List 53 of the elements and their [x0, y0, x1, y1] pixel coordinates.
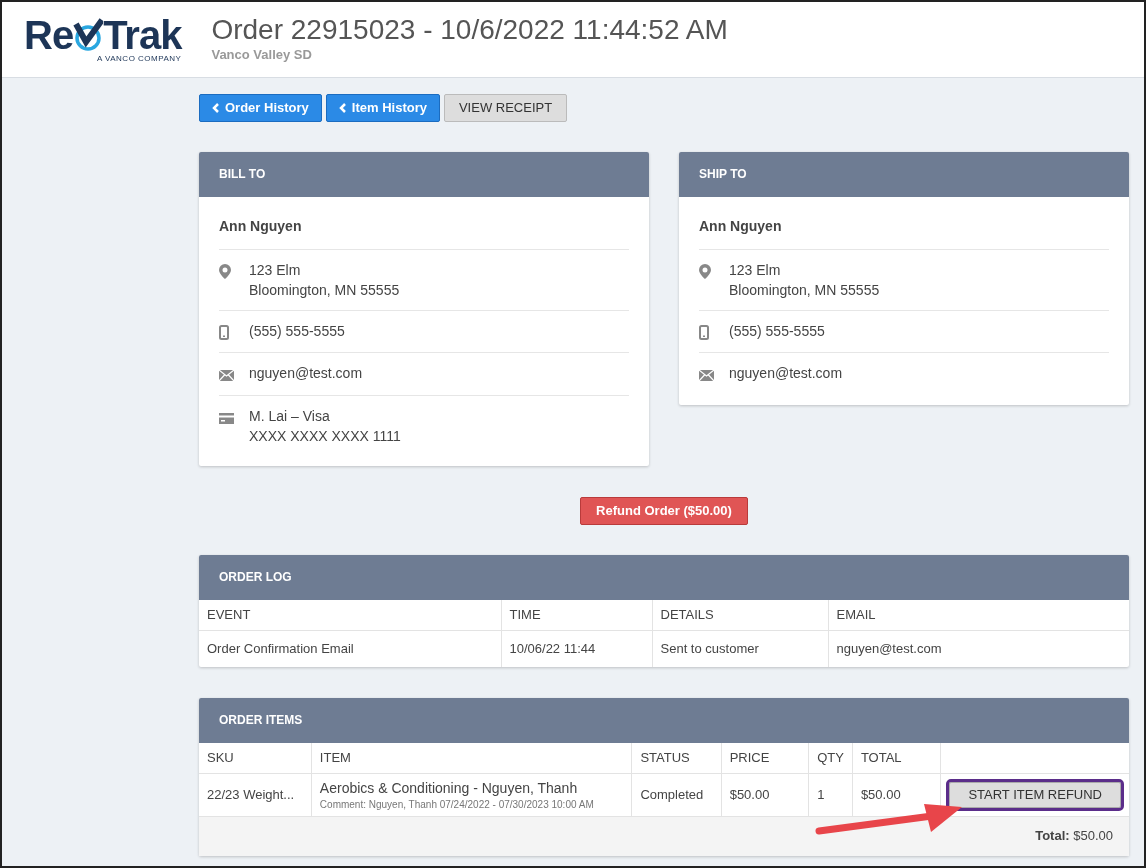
refund-order-button[interactable]: Refund Order ($50.00)	[580, 496, 748, 525]
item-name: Aerobics & Conditioning - Nguyen, Thanh	[319, 778, 579, 798]
contact-detail: 123 Elm	[729, 260, 782, 280]
panel-header: ORDER ITEMS	[199, 698, 1129, 744]
table-cell: Sent to customer	[652, 630, 828, 668]
order-total: Total: $50.00	[1035, 828, 1113, 844]
contact-detail: nguyen@test.com	[249, 364, 363, 384]
card-header: BILL TO	[199, 152, 649, 197]
panel-header: ORDER LOG	[199, 554, 1129, 600]
contact-detail: (555) 555-5555	[729, 321, 825, 341]
contact-detail: XXXX XXXX XXXX 1111	[249, 426, 401, 446]
column-header: EVENT	[199, 599, 501, 631]
envelope-icon	[699, 370, 714, 381]
start-refund-button[interactable]: START ITEM REFUND	[949, 782, 1121, 809]
contact-name: Ann Nguyen	[219, 209, 629, 250]
chevron-left-icon	[212, 103, 220, 113]
envelope-icon	[219, 370, 234, 381]
card-header: SHIP TO	[679, 152, 1129, 197]
column-header: TOTAL	[852, 743, 941, 774]
page-title: Order 22915023 - 10/6/2022 11:44:52 AM	[211, 15, 728, 46]
contact-detail: (555) 555-5555	[249, 321, 345, 341]
contact-detail: M. Lai – Visa	[249, 406, 331, 426]
receipt-button[interactable]: VIEW RECEIPT	[443, 94, 568, 122]
column-header: ITEM	[311, 743, 632, 774]
column-header: EMAIL	[828, 599, 1129, 631]
column-header: DETAILS	[652, 599, 828, 631]
column-header: SKU	[199, 743, 312, 774]
contact-detail: nguyen@test.com	[729, 364, 843, 384]
logo-tagline: A VANCO COMPANY	[96, 52, 182, 65]
credit-card-icon	[219, 412, 234, 424]
contact-name: Ann Nguyen	[699, 209, 1109, 250]
column-header: STATUS	[631, 743, 722, 774]
pin-icon	[219, 264, 231, 280]
phone-icon	[219, 325, 229, 341]
column-header: PRICE	[721, 743, 809, 774]
item-comment: Comment: Nguyen, Thanh 07/24/2022 - 07/30/2023 10:00 AM	[319, 798, 595, 813]
back-button[interactable]: Item History	[325, 94, 440, 122]
table-cell: 10/06/22 11:44	[501, 630, 652, 668]
logo-text: Re	[24, 14, 74, 55]
table-cell: nguyen@test.com	[828, 630, 1129, 668]
check-circle-icon	[73, 17, 104, 52]
chevron-left-icon	[338, 103, 347, 113]
page-subtitle: Vanco Valley SD	[211, 45, 313, 64]
table-cell: Order Confirmation Email	[199, 630, 501, 668]
logo-text: Trak	[103, 14, 182, 55]
phone-icon	[699, 325, 709, 341]
contact-detail: Bloomington, MN 55555	[729, 280, 880, 300]
column-header: TIME	[501, 599, 652, 631]
back-button[interactable]: Order History	[199, 94, 322, 122]
column-header: QTY	[808, 743, 853, 774]
contact-detail: 123 Elm	[249, 260, 302, 280]
pin-icon	[699, 264, 711, 280]
contact-detail: Bloomington, MN 55555	[249, 280, 400, 300]
